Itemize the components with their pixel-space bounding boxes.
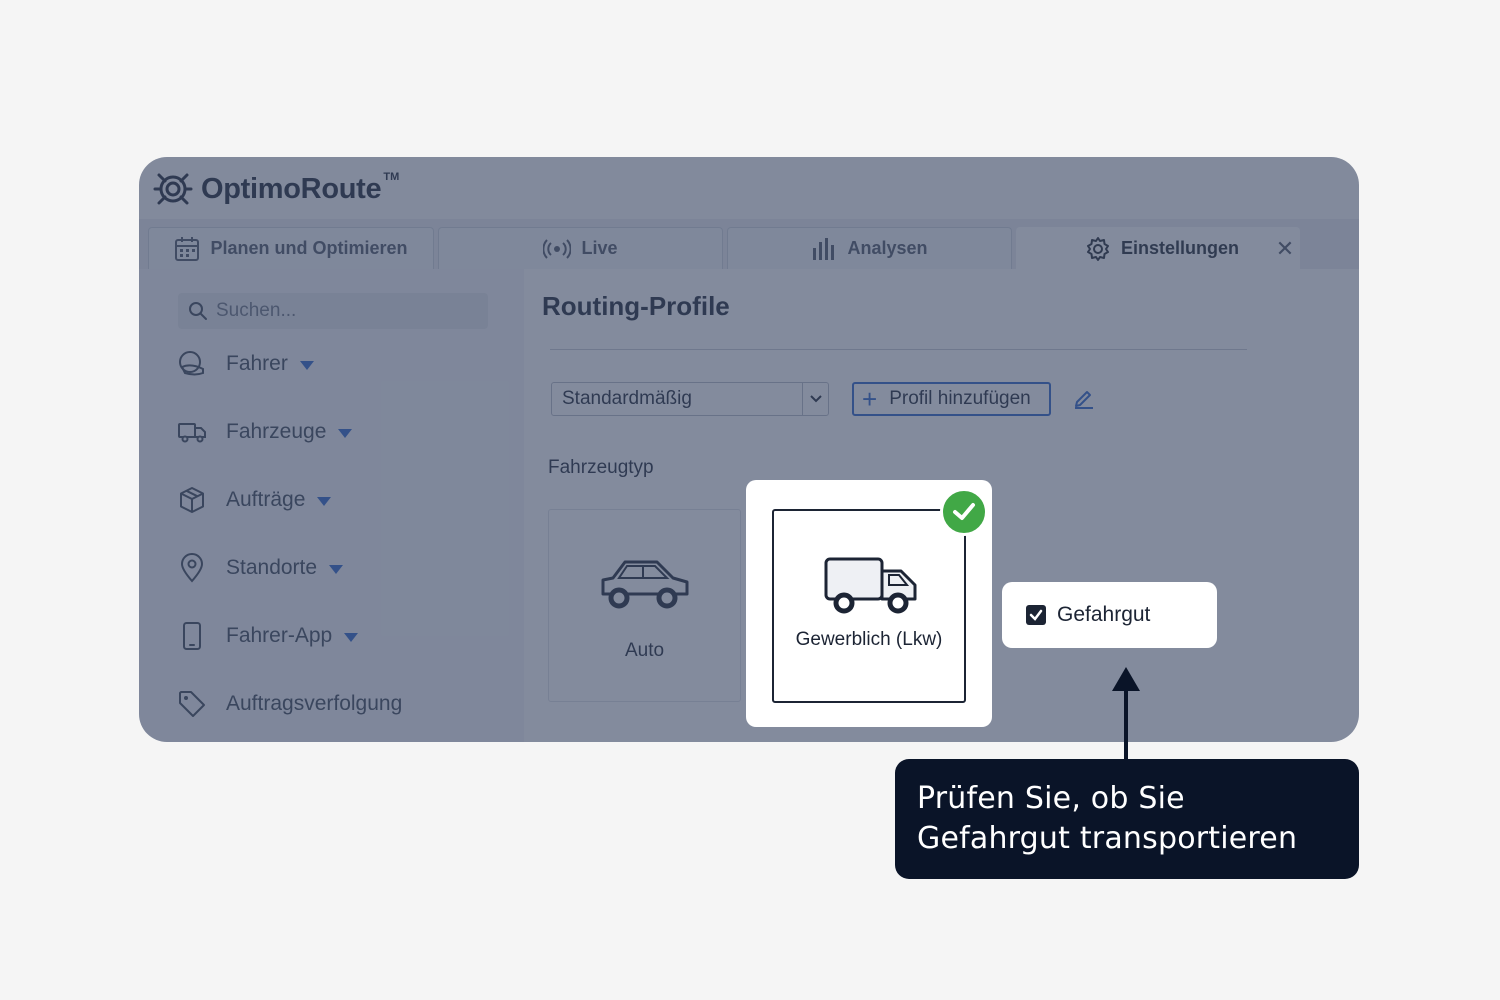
sidebar-item-label: Standorte xyxy=(226,556,318,579)
checkmark-icon xyxy=(1029,609,1043,621)
tab-analysen[interactable]: Analysen xyxy=(727,227,1012,269)
tab-label: Analysen xyxy=(847,238,928,258)
tab-planen[interactable]: Planen und Optimieren xyxy=(148,227,434,269)
sidebar-item-fahrzeuge[interactable]: Fahrzeuge xyxy=(177,417,353,447)
sidebar-item-standorte[interactable]: Standorte xyxy=(177,553,344,583)
callout-line-1: Prüfen Sie, ob Sie xyxy=(917,781,1185,816)
vehicle-type-auto[interactable]: Auto xyxy=(548,509,741,702)
driver-icon xyxy=(179,351,204,376)
profile-select-value: Standardmäßig xyxy=(562,388,692,409)
tab-label: Planen und Optimieren xyxy=(210,238,408,258)
hazmat-label: Gefahrgut xyxy=(1057,603,1151,626)
sidebar-item-label: Auftragsverfolgung xyxy=(226,692,403,715)
close-tab-icon[interactable]: ✕ xyxy=(1274,238,1296,260)
tooltip-callout: Prüfen Sie, ob Sie Gefahrgut transportie… xyxy=(895,759,1359,879)
tab-einstellungen[interactable]: Einstellungen xyxy=(1016,227,1300,269)
location-pin-icon xyxy=(180,553,204,583)
app-header: OptimoRoute TM xyxy=(139,157,1359,219)
vehicle-type-label-auto: Auto xyxy=(624,640,665,661)
sidebar-item-label: Aufträge xyxy=(226,488,306,511)
sidebar-item-fahrer[interactable]: Fahrer xyxy=(177,349,314,379)
vehicle-type-label-truck: Gewerblich (Lkw) xyxy=(795,629,943,650)
sidebar-item-fahrer-app[interactable]: Fahrer-App xyxy=(177,621,359,651)
divider xyxy=(550,349,1247,350)
package-icon xyxy=(180,487,204,513)
tag-icon xyxy=(179,691,205,717)
main-tabs: Planen und Optimieren Live Analysen Eins… xyxy=(139,219,1359,269)
phone-icon xyxy=(183,622,201,650)
hazmat-checkbox[interactable] xyxy=(1026,605,1046,625)
broadcast-icon xyxy=(543,238,572,259)
bar-chart-icon xyxy=(813,237,835,260)
callout-line-2: Gefahrgut transportieren xyxy=(917,821,1298,856)
sidebar: Fahrer Fahrzeuge Aufträge xyxy=(139,269,524,742)
sidebar-item-label: Fahrzeuge xyxy=(226,420,327,443)
vehicle-type-label: Fahrzeugtyp xyxy=(548,457,654,478)
search-input[interactable] xyxy=(216,300,476,322)
calendar-icon xyxy=(175,236,200,261)
tab-label: Einstellungen xyxy=(1121,238,1240,258)
search-icon xyxy=(189,302,207,320)
caret-down-icon xyxy=(299,360,314,370)
page-title: Routing-Profile xyxy=(542,291,730,321)
profile-select[interactable]: Standardmäßig xyxy=(551,382,829,416)
caret-down-icon xyxy=(338,428,353,438)
app-name: OptimoRoute xyxy=(201,172,382,205)
tab-live[interactable]: Live xyxy=(438,227,723,269)
optimoroute-logo-icon xyxy=(153,173,193,205)
chevron-down-icon xyxy=(802,383,828,415)
sidebar-item-auftraege[interactable]: Aufträge xyxy=(177,485,332,515)
gear-icon xyxy=(1087,236,1109,261)
plus-icon: + xyxy=(862,384,878,414)
sidebar-item-label: Fahrer-App xyxy=(226,624,333,647)
caret-down-icon xyxy=(344,632,359,642)
car-icon xyxy=(601,560,689,609)
logo: OptimoRoute TM xyxy=(153,169,399,209)
add-profile-label: Profil hinzufügen xyxy=(889,388,1031,409)
vehicle-type-truck[interactable]: Gewerblich (Lkw) xyxy=(772,509,966,703)
sidebar-item-label: Fahrer xyxy=(226,352,288,375)
add-profile-button[interactable]: + Profil hinzufügen xyxy=(852,382,1051,416)
pointer-arrow-icon xyxy=(1112,667,1140,761)
selected-check-icon xyxy=(940,488,988,536)
truck-icon xyxy=(178,423,206,443)
trademark-mark: TM xyxy=(383,171,400,183)
caret-down-icon xyxy=(329,564,344,574)
truck-icon xyxy=(824,557,917,614)
tab-label: Live xyxy=(581,238,618,258)
sidebar-item-auftragsverfolgung[interactable]: Auftragsverfolgung xyxy=(177,689,402,719)
edit-pencil-icon[interactable] xyxy=(1074,387,1094,409)
hazmat-option-highlight[interactable]: Gefahrgut xyxy=(1002,582,1217,648)
caret-down-icon xyxy=(317,496,332,506)
search-box xyxy=(178,293,488,329)
